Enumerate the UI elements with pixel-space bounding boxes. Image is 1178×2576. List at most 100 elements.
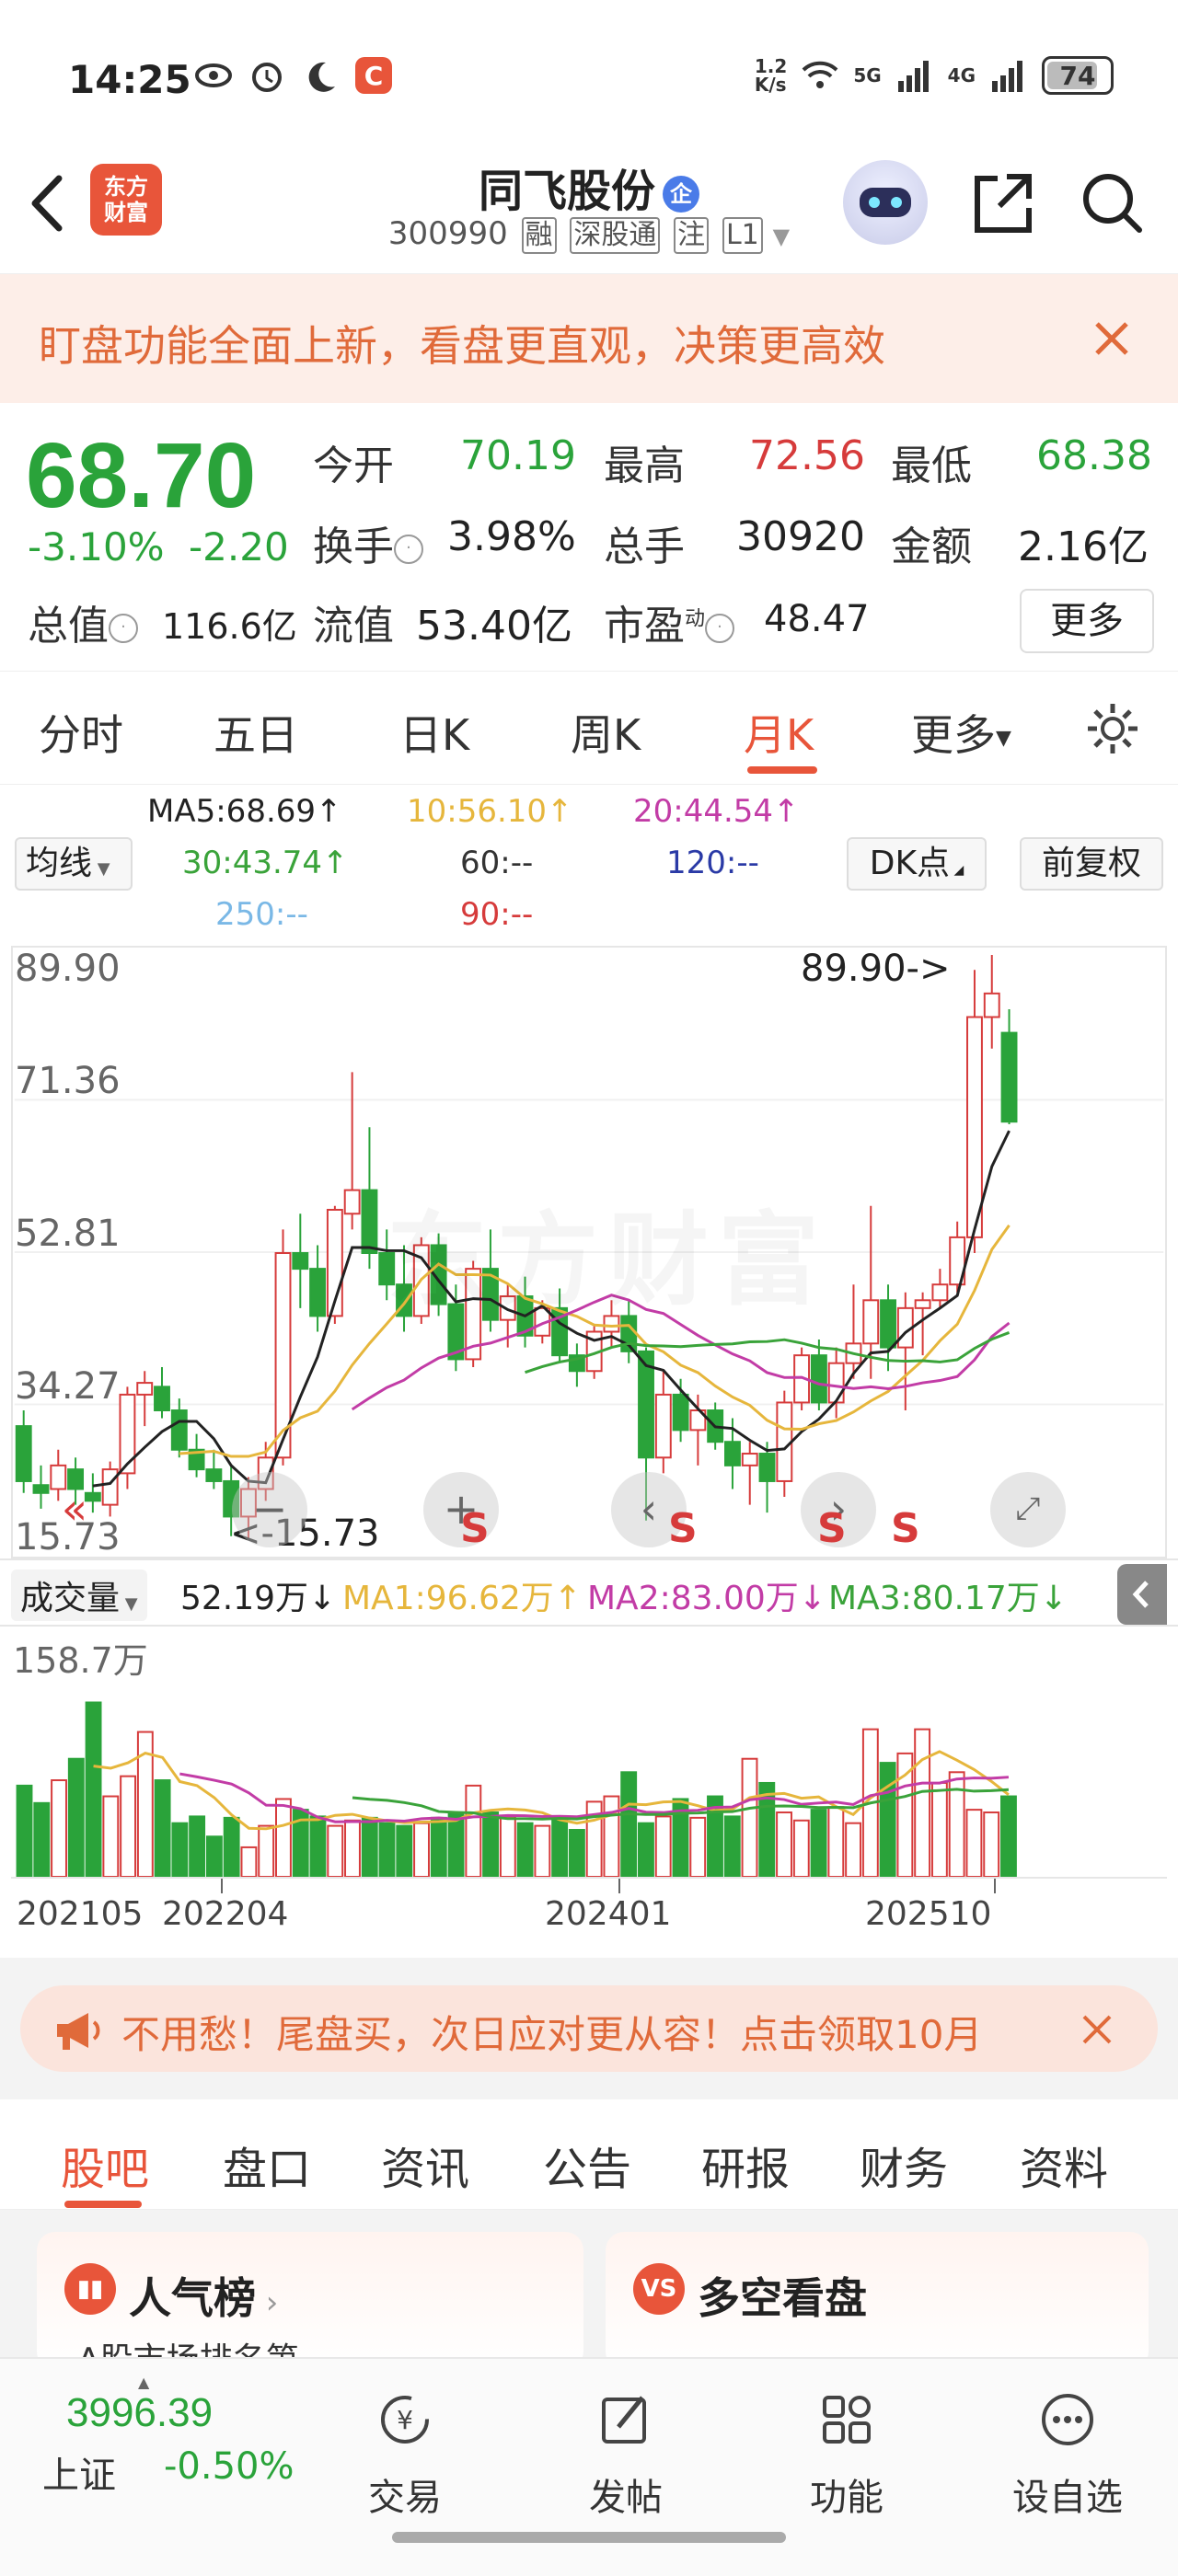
candle-body: [880, 1299, 896, 1349]
volume-chart[interactable]: [11, 1627, 1167, 1879]
candle-body: [931, 1283, 949, 1302]
candle: [949, 1221, 966, 1293]
close-icon[interactable]: [1086, 313, 1138, 364]
info-icon[interactable]: ·: [109, 614, 138, 643]
turnover-value: 3.98%: [447, 513, 576, 560]
amount-label: 金额: [891, 523, 972, 570]
nav-functions[interactable]: 功能: [782, 2377, 911, 2519]
volume-bar: [499, 1815, 516, 1877]
max-price-label: 89.90->: [801, 948, 951, 990]
adjust-button[interactable]: 前复权: [1020, 837, 1163, 891]
search-icon[interactable]: [1075, 166, 1149, 239]
nav-label: 发帖: [589, 2477, 663, 2519]
volume-bar: [948, 1771, 965, 1877]
gear-icon[interactable]: [1084, 700, 1141, 757]
expand-icon[interactable]: ⤢: [990, 1472, 1066, 1547]
popularity-card[interactable]: ▮▮ 人气榜 › A股市场排名第: [37, 2232, 583, 2379]
info-icon[interactable]: ·: [705, 614, 735, 643]
caret-down-icon: ▼: [996, 727, 1011, 750]
index-change[interactable]: -0.50%: [164, 2445, 294, 2488]
home-indicator[interactable]: [392, 2532, 786, 2543]
tab-announcements[interactable]: 公告: [543, 2133, 631, 2197]
more-button[interactable]: 更多: [1020, 589, 1154, 653]
candle: [205, 1449, 223, 1489]
nav-trade[interactable]: ¥ 交易: [341, 2377, 469, 2519]
date-tick: [618, 1879, 620, 1893]
tab-five-day[interactable]: 五日: [214, 702, 298, 763]
candle-body: [741, 1453, 758, 1466]
volume-ma2: MA2:83.00万↓: [587, 1580, 826, 1617]
tab-news[interactable]: 资讯: [381, 2133, 469, 2197]
stock-code: 300990: [387, 215, 508, 252]
ma-select[interactable]: 均线 ▼: [15, 837, 133, 891]
volume-bar: [154, 1779, 171, 1877]
volume-bar: [1000, 1795, 1017, 1877]
volume-select[interactable]: 成交量 ▼: [11, 1570, 147, 1621]
tag-registered: 注: [674, 217, 710, 254]
tab-profile[interactable]: 资料: [1020, 2133, 1108, 2197]
volume-bar: [792, 1819, 810, 1877]
candle-body: [862, 1299, 880, 1345]
tab-weekly-k[interactable]: 周K: [571, 702, 641, 763]
rewind-icon[interactable]: «: [37, 1472, 112, 1547]
tab-more[interactable]: 更多▼: [911, 702, 1011, 763]
candle-body: [827, 1362, 845, 1404]
volume-bar: [516, 1822, 534, 1877]
candle: [654, 1371, 672, 1474]
index-name[interactable]: 上证: [42, 2445, 116, 2499]
date-label: 202401: [545, 1895, 672, 1933]
volume-bar: [240, 1846, 258, 1877]
card-title: 多空看盘: [698, 2273, 867, 2323]
candle-body: [361, 1189, 378, 1254]
nav-post[interactable]: 发帖: [561, 2377, 690, 2519]
volume-bar: [723, 1815, 741, 1877]
bar-chart-icon: ▮▮: [64, 2263, 116, 2315]
volume-bar: [638, 1822, 654, 1877]
candle-body: [654, 1393, 672, 1459]
candle: [810, 1340, 827, 1411]
edit-icon: [602, 2396, 646, 2444]
nav-watchlist[interactable]: 设自选: [1003, 2377, 1132, 2519]
zoom-out-icon[interactable]: −: [232, 1472, 307, 1547]
candle: [568, 1343, 585, 1387]
tab-finance[interactable]: 财务: [860, 2133, 948, 2197]
grid-icon: [823, 2396, 871, 2444]
promo-banner[interactable]: 盯盘功能全面上新，看盘更直观，决策更高效: [0, 274, 1178, 403]
tab-daily-k[interactable]: 日K: [399, 702, 469, 763]
close-icon[interactable]: [1077, 2009, 1117, 2050]
svg-text:¥: ¥: [397, 2405, 413, 2435]
ad-pill[interactable]: 不用愁！尾盘买，次日应对更从容！点击领取10月: [20, 1985, 1158, 2072]
ma90-label: 90:--: [460, 896, 534, 933]
ai-assistant-icon[interactable]: [843, 160, 928, 245]
volume-bar: [810, 1809, 827, 1877]
share-icon[interactable]: [966, 166, 1040, 239]
status-right: 1.2 K/s 5G 4G 74: [755, 55, 1114, 96]
collapse-panel-icon[interactable]: [1117, 1564, 1167, 1625]
amount-value: 2.16亿: [1018, 523, 1149, 570]
bottom-nav: ▲ 3996.39 上证 -0.50% ¥ 交易 发帖 功能 设自选: [0, 2357, 1178, 2576]
caret-down-icon: ▼: [92, 859, 110, 879]
battery-level: 74: [1059, 60, 1096, 91]
wifi-icon: [802, 61, 838, 88]
tab-orderbook[interactable]: 盘口: [223, 2133, 311, 2197]
volume-bar: [741, 1757, 758, 1877]
tab-intraday[interactable]: 分时: [39, 702, 123, 763]
dk-point-button[interactable]: DK点 ◢: [847, 837, 987, 891]
tab-forum[interactable]: 股吧: [61, 2133, 149, 2197]
candle: [1000, 1008, 1018, 1124]
info-icon[interactable]: ·: [394, 535, 423, 564]
vs-icon: VS: [633, 2263, 685, 2315]
index-value[interactable]: 3996.39: [66, 2390, 213, 2436]
volume-bar: [223, 1816, 240, 1877]
tab-research[interactable]: 研报: [701, 2133, 790, 2197]
date-tick: [994, 1879, 996, 1893]
ma30-label: 30:43.74↑: [182, 845, 349, 881]
tab-monthly-k[interactable]: 月K: [744, 702, 814, 763]
status-icons: C: [193, 55, 394, 96]
volume-bar: [51, 1779, 67, 1877]
candle: [326, 1205, 343, 1324]
bull-bear-card[interactable]: VS 多空看盘: [606, 2232, 1149, 2370]
ad-banner: 不用愁！尾盘买，次日应对更从容！点击领取10月: [0, 1958, 1178, 2099]
date-label: 202105: [17, 1895, 144, 1933]
candle-body: [119, 1393, 136, 1475]
